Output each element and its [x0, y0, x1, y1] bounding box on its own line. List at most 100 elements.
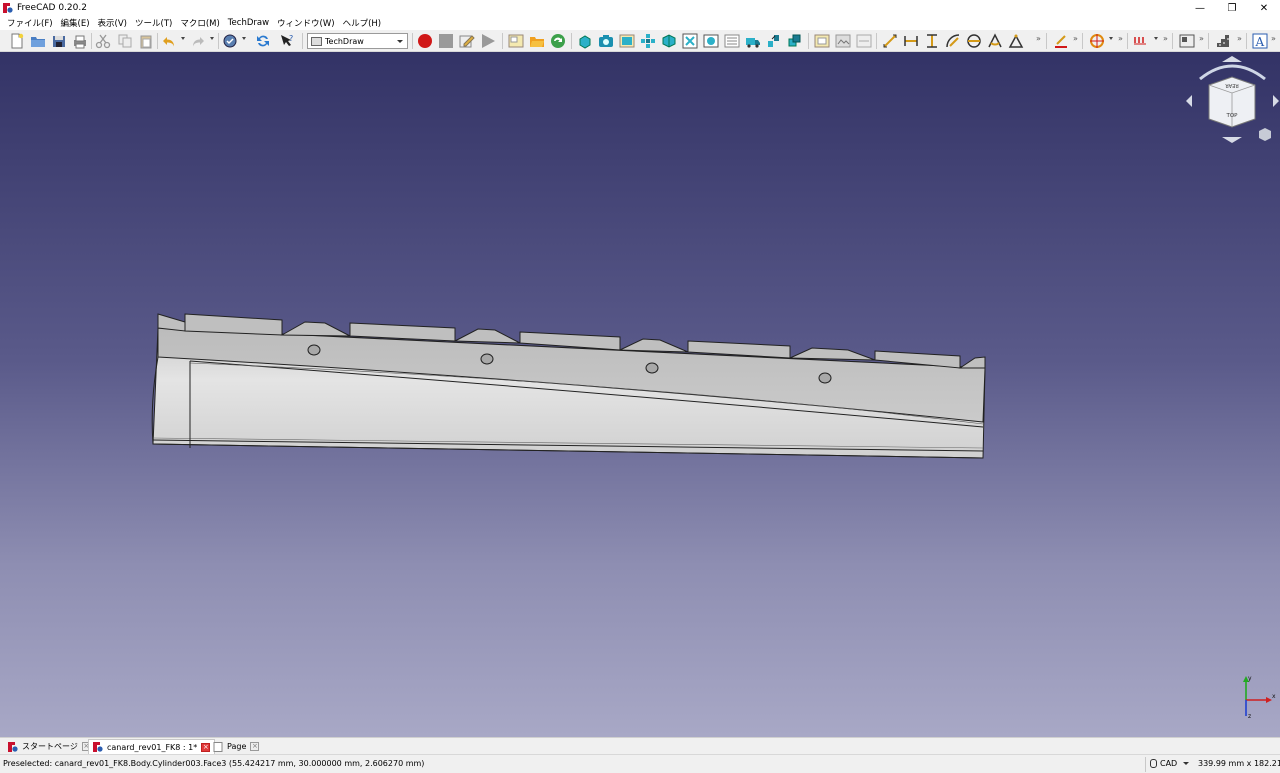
projection-group-icon[interactable]: [640, 33, 656, 49]
macro-record-icon[interactable]: [417, 33, 433, 49]
copy-icon[interactable]: [117, 33, 133, 49]
workbench-selector-label: TechDraw: [325, 36, 364, 46]
angle-3pt-dimension-icon[interactable]: [1008, 33, 1024, 49]
tab-label: canard_rev01_FK8 : 1*: [107, 742, 198, 752]
toolbar-overflow-icon[interactable]: »: [1237, 34, 1242, 43]
new-document-icon[interactable]: [9, 33, 25, 49]
vertical-dimension-icon[interactable]: [924, 33, 940, 49]
folder-open-icon[interactable]: [529, 33, 545, 49]
centerline-icon[interactable]: [1089, 33, 1105, 49]
tab-label: スタートページ: [22, 742, 78, 751]
clip-group-icon[interactable]: [786, 33, 802, 49]
cut-icon[interactable]: [95, 33, 111, 49]
mount-hole: [645, 362, 659, 374]
axis-indicator: y x z: [1243, 675, 1276, 720]
menu-bar: ファイル(F) 編集(E) 表示(V) ツール(T) マクロ(M) TechDr…: [0, 16, 1280, 30]
menu-macro[interactable]: マクロ(M): [176, 17, 223, 29]
menu-windows[interactable]: ウィンドウ(W): [273, 17, 339, 29]
paste-icon[interactable]: [138, 33, 154, 49]
refresh-icon[interactable]: [255, 33, 271, 49]
image-icon[interactable]: [835, 33, 851, 49]
draft-view-icon[interactable]: [724, 33, 740, 49]
detail-view-icon[interactable]: [703, 33, 719, 49]
tab-page[interactable]: Page ×: [208, 739, 264, 754]
recompute-icon[interactable]: [550, 33, 566, 49]
menu-techdraw[interactable]: TechDraw: [224, 18, 273, 28]
open-folder-icon[interactable]: [30, 33, 46, 49]
tab-canard-document[interactable]: canard_rev01_FK8 : 1* ×: [88, 739, 216, 754]
tab-start-page[interactable]: スタートページ ×: [3, 739, 96, 754]
export-page-icon[interactable]: [1179, 33, 1195, 49]
print-icon[interactable]: [72, 33, 88, 49]
length-dimension-icon[interactable]: [882, 33, 898, 49]
menu-view[interactable]: 表示(V): [94, 17, 131, 29]
svg-text:z: z: [1248, 713, 1251, 720]
close-icon[interactable]: ×: [250, 742, 260, 751]
menu-tools[interactable]: ツール(T): [131, 17, 176, 29]
toolbar-overflow-icon[interactable]: »: [1073, 34, 1078, 43]
navigation-style-selector[interactable]: CAD: [1150, 759, 1190, 768]
toolbar-overflow-icon[interactable]: »: [1199, 34, 1204, 43]
weld-symbol-icon[interactable]: [856, 33, 872, 49]
canard-model[interactable]: [0, 52, 1280, 737]
close-button[interactable]: ✕: [1248, 0, 1280, 16]
add-page-icon[interactable]: [508, 33, 524, 49]
page-icon: [213, 741, 223, 752]
draw-style-icon[interactable]: [222, 33, 238, 49]
active-view-icon[interactable]: [598, 33, 614, 49]
save-icon[interactable]: [51, 33, 67, 49]
diameter-dimension-icon[interactable]: [966, 33, 982, 49]
complex-section-icon[interactable]: [682, 33, 698, 49]
3d-viewport[interactable]: REAR TOP y x z: [0, 52, 1280, 737]
view-menu-cube-icon: [1259, 128, 1271, 141]
section-view-icon[interactable]: [661, 33, 677, 49]
svg-text:y: y: [1248, 675, 1252, 682]
menu-file[interactable]: ファイル(F): [3, 17, 57, 29]
workbench-selector[interactable]: TechDraw: [307, 33, 408, 49]
radius-dimension-icon[interactable]: [945, 33, 961, 49]
macro-edit-icon[interactable]: [459, 33, 475, 49]
whats-this-icon[interactable]: ?: [279, 33, 295, 49]
insert-view-icon[interactable]: [577, 33, 593, 49]
mount-hole: [307, 344, 321, 356]
nav-cube-top-face: TOP: [1225, 113, 1238, 119]
toolbar-overflow-icon[interactable]: »: [1163, 34, 1168, 43]
tab-label: Page: [227, 742, 247, 751]
arch-view-icon[interactable]: [745, 33, 761, 49]
preselection-message: Preselected: canard_rev01_FK8.Body.Cylin…: [3, 759, 425, 768]
nav-right-arrow-icon: [1273, 95, 1279, 107]
angle-dimension-icon[interactable]: [987, 33, 1003, 49]
toolbar-overflow-icon[interactable]: »: [1118, 34, 1123, 43]
menu-help[interactable]: ヘルプ(H): [339, 17, 386, 29]
menu-edit[interactable]: 編集(E): [57, 17, 94, 29]
toolbar-overflow-icon[interactable]: »: [1271, 34, 1276, 43]
mouse-icon: [1150, 759, 1157, 768]
svg-text:A: A: [1255, 35, 1265, 49]
redo-icon[interactable]: [190, 33, 206, 49]
window-title: FreeCAD 0.20.2: [17, 3, 87, 13]
symbol-icon[interactable]: [814, 33, 830, 49]
mount-hole: [818, 372, 832, 384]
undo-icon[interactable]: [161, 33, 177, 49]
minimize-button[interactable]: —: [1184, 0, 1216, 16]
freecad-logo-icon: [93, 742, 103, 752]
chevron-down-icon: [397, 40, 403, 43]
document-tab-bar: スタートページ × canard_rev01_FK8 : 1* × Page ×: [0, 737, 1280, 754]
annotation-text-icon[interactable]: A: [1252, 33, 1268, 49]
leader-line-icon[interactable]: [1053, 33, 1069, 49]
macro-stop-icon[interactable]: [438, 33, 454, 49]
navigation-cube[interactable]: REAR TOP: [1185, 55, 1280, 145]
freecad-logo-icon: [8, 741, 18, 752]
hatch-icon[interactable]: [1215, 33, 1231, 49]
mount-hole: [480, 353, 494, 365]
toolbar-overflow-icon[interactable]: »: [1036, 34, 1041, 43]
svg-text:x: x: [1272, 693, 1276, 700]
view-section-icon[interactable]: [619, 33, 635, 49]
restore-button[interactable]: ❐: [1216, 0, 1248, 16]
spreadsheet-view-icon[interactable]: [766, 33, 782, 49]
chevron-down-icon: [1183, 762, 1190, 765]
horizontal-dimension-icon[interactable]: [903, 33, 919, 49]
macro-run-icon[interactable]: [480, 33, 496, 49]
cosmetic-vertex-icon[interactable]: [1133, 33, 1149, 49]
navigation-style-label: CAD: [1160, 759, 1178, 768]
